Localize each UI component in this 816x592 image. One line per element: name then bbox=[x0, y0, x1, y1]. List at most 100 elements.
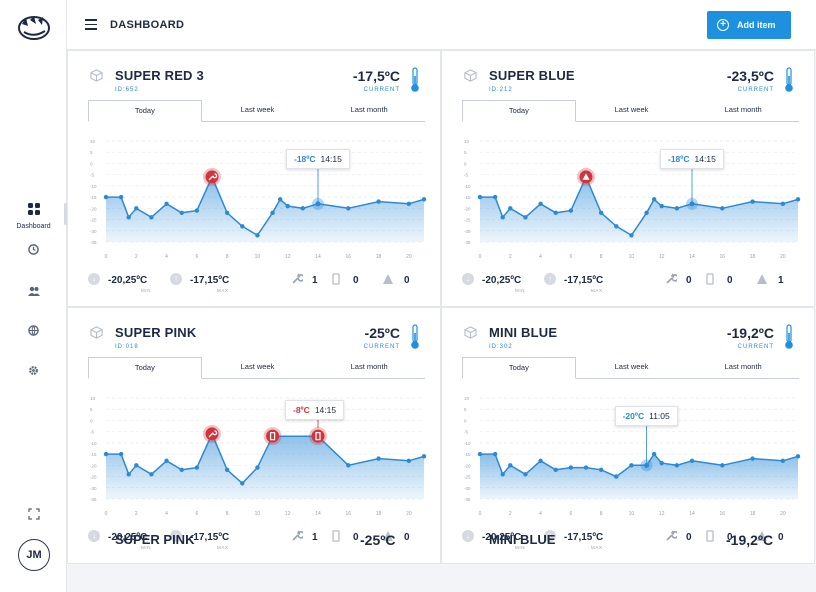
tab-last-month[interactable]: Last month bbox=[313, 100, 425, 121]
page-title: DASHBOARD bbox=[110, 19, 185, 31]
device-name: SUPER BLUE bbox=[489, 68, 575, 83]
add-item-button[interactable]: + Add item bbox=[707, 11, 791, 39]
device-card[interactable]: SUPER BLUE ID:212 -23,5ºC CURRENT Today … bbox=[441, 50, 815, 307]
data-point bbox=[538, 458, 543, 464]
x-tick-label: 6 bbox=[195, 511, 198, 517]
gear-icon bbox=[29, 366, 38, 375]
tab-today[interactable]: Today bbox=[88, 357, 202, 379]
expand-icon bbox=[27, 508, 40, 520]
data-point bbox=[224, 467, 230, 473]
expand-button[interactable] bbox=[0, 507, 67, 525]
y-tick-label: -10 bbox=[90, 184, 97, 189]
tab-today[interactable]: Today bbox=[462, 357, 576, 379]
current-temperature: -25ºC bbox=[360, 532, 396, 548]
x-tick-label: 2 bbox=[135, 511, 138, 517]
wrench-icon bbox=[292, 273, 303, 284]
x-tick-label: 8 bbox=[600, 511, 603, 517]
max-label: MAX bbox=[591, 545, 603, 550]
y-tick-label: -15 bbox=[464, 452, 471, 457]
data-point bbox=[500, 472, 505, 477]
data-point bbox=[224, 210, 230, 216]
data-point bbox=[194, 465, 200, 470]
y-tick-label: -25 bbox=[90, 475, 97, 480]
tab-last-week[interactable]: Last week bbox=[202, 357, 314, 378]
tab-last-week[interactable]: Last week bbox=[576, 357, 688, 378]
data-point bbox=[118, 194, 124, 200]
data-point bbox=[492, 194, 498, 200]
x-tick-label: 10 bbox=[255, 254, 261, 260]
brand-logo[interactable] bbox=[16, 12, 52, 42]
y-tick-label: -10 bbox=[464, 441, 471, 446]
max-temperature: -17,15ºC bbox=[564, 532, 604, 543]
data-point bbox=[780, 458, 786, 464]
highlight-point-core bbox=[315, 201, 321, 207]
tab-today[interactable]: Today bbox=[462, 100, 576, 122]
wrench-count: 1 bbox=[312, 275, 318, 286]
device-name: SUPER RED 3 bbox=[115, 68, 204, 83]
tab-today[interactable]: Today bbox=[88, 100, 202, 122]
tooltip-time: 14:15 bbox=[314, 405, 337, 415]
sidebar-item-settings[interactable] bbox=[0, 363, 67, 381]
data-point bbox=[523, 472, 528, 477]
max-temperature: -17,15ºC bbox=[564, 275, 604, 286]
y-tick-label: 5 bbox=[464, 407, 467, 412]
alert-icon bbox=[383, 274, 393, 284]
device-name: MINI BLUE bbox=[489, 325, 558, 340]
data-point bbox=[285, 203, 290, 209]
x-tick-label: 20 bbox=[780, 254, 786, 260]
x-tick-label: 18 bbox=[376, 254, 382, 260]
tab-last-month[interactable]: Last month bbox=[313, 357, 425, 378]
wrench-marker bbox=[203, 424, 221, 443]
arrow-up-icon: ↑ bbox=[170, 273, 182, 285]
y-tick-label: -25 bbox=[90, 218, 97, 223]
arrow-down-icon: ↓ bbox=[462, 273, 474, 285]
data-point bbox=[674, 206, 680, 211]
sidebar-item-users[interactable] bbox=[0, 283, 67, 301]
cube-icon bbox=[90, 326, 103, 339]
arrow-down-icon: ↓ bbox=[462, 530, 474, 542]
globe-icon bbox=[28, 325, 39, 337]
cube-icon bbox=[464, 326, 477, 339]
current-temperature: -25ºC bbox=[364, 325, 400, 341]
y-tick-label: -20 bbox=[90, 463, 97, 468]
data-point bbox=[179, 210, 184, 216]
tab-last-week[interactable]: Last week bbox=[202, 100, 314, 121]
max-label: MAX bbox=[217, 545, 229, 550]
thermometer-icon bbox=[411, 67, 419, 92]
x-tick-label: 4 bbox=[165, 511, 168, 517]
tab-last-month[interactable]: Last month bbox=[687, 100, 799, 121]
arrow-down-icon: ↓ bbox=[88, 530, 100, 542]
door-marker bbox=[309, 427, 327, 446]
x-tick-label: 16 bbox=[346, 254, 352, 260]
device-card[interactable]: SUPER PINK ID:018 -25ºC CURRENT Today La… bbox=[67, 307, 441, 564]
x-tick-label: 6 bbox=[195, 254, 198, 260]
device-name: SUPER PINK bbox=[115, 532, 195, 547]
tab-last-week[interactable]: Last week bbox=[576, 100, 688, 121]
sidebar-item-history[interactable] bbox=[0, 242, 67, 260]
tab-last-month[interactable]: Last month bbox=[687, 357, 799, 378]
y-tick-label: -30 bbox=[90, 486, 97, 491]
door-icon bbox=[706, 273, 714, 285]
sidebar-item-globe[interactable] bbox=[0, 323, 67, 341]
y-tick-label: -35 bbox=[90, 240, 97, 245]
data-point bbox=[598, 467, 604, 473]
sidebar: Dashboard JM bbox=[0, 0, 67, 592]
device-card[interactable]: SUPER RED 3 ID:652 -17,5ºC CURRENT Today… bbox=[67, 50, 441, 307]
menu-icon[interactable] bbox=[85, 19, 97, 30]
data-point bbox=[659, 460, 664, 466]
sidebar-item-dashboard[interactable]: Dashboard bbox=[0, 202, 67, 230]
cube-icon bbox=[464, 69, 477, 82]
y-tick-label: 10 bbox=[464, 396, 470, 401]
device-card[interactable]: MINI BLUE ID:302 -19,2ºC CURRENT Today L… bbox=[441, 307, 815, 564]
data-point bbox=[750, 456, 755, 461]
data-point bbox=[500, 215, 505, 220]
data-point bbox=[277, 197, 283, 202]
grid-icon bbox=[27, 203, 40, 215]
wrench-icon bbox=[666, 273, 677, 284]
x-tick-label: 2 bbox=[509, 254, 512, 260]
temperature-chart: 10 5 0 -5 -10 -15 -20 -25 -30 -35 0 2 4 6 8 10 12 14 16 18 2… bbox=[464, 139, 801, 260]
period-tabs: Today Last week Last month bbox=[462, 100, 799, 122]
x-tick-label: 10 bbox=[629, 254, 635, 260]
avatar[interactable]: JM bbox=[18, 539, 50, 571]
y-tick-label: -5 bbox=[90, 430, 94, 435]
